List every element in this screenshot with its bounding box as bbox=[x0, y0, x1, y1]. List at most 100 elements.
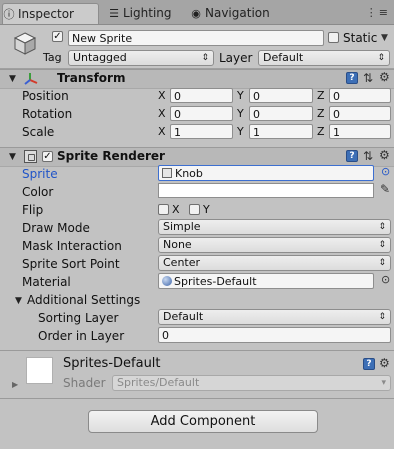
preset-icon[interactable]: ⇅ bbox=[363, 72, 373, 84]
sprite-renderer-icon bbox=[24, 150, 37, 163]
axis-x-label[interactable]: X bbox=[158, 89, 166, 102]
sprite-asset-icon bbox=[162, 168, 172, 178]
tab-navigation[interactable]: ◉ Navigation bbox=[190, 3, 300, 23]
shader-dropdown[interactable]: Sprites/Default ▾ bbox=[112, 375, 391, 391]
color-label: Color bbox=[22, 185, 54, 199]
sprite-renderer-enabled-checkbox[interactable]: ✓ bbox=[42, 151, 53, 162]
static-checkbox[interactable] bbox=[328, 32, 339, 43]
axis-z-label[interactable]: Z bbox=[317, 125, 325, 138]
tab-lighting[interactable]: ☰ Lighting bbox=[108, 3, 188, 23]
sprite-sort-point-dropdown[interactable]: Center ⇕ bbox=[158, 255, 391, 271]
material-name: Sprites-Default bbox=[63, 356, 161, 371]
axis-x-label[interactable]: X bbox=[158, 125, 166, 138]
shader-label: Shader bbox=[63, 376, 106, 390]
object-picker-icon[interactable]: ⊙ bbox=[381, 166, 390, 178]
mask-interaction-value: None bbox=[163, 238, 192, 251]
static-dropdown-icon[interactable]: ▼ bbox=[381, 32, 388, 44]
order-in-layer-field[interactable]: 0 bbox=[158, 327, 391, 343]
flip-x-checkbox[interactable] bbox=[158, 204, 169, 215]
material-object-field[interactable]: Sprites-Default bbox=[158, 273, 374, 289]
gear-icon[interactable]: ⚙ bbox=[379, 357, 390, 369]
rotation-y-field[interactable]: 0 bbox=[249, 106, 313, 121]
scale-y-field[interactable]: 1 bbox=[249, 124, 313, 139]
help-icon[interactable]: ? bbox=[346, 72, 358, 84]
preset-icon[interactable]: ⇅ bbox=[363, 150, 373, 162]
sorting-layer-label: Sorting Layer bbox=[38, 311, 119, 325]
layer-value: Default bbox=[263, 51, 304, 64]
rotation-z-field[interactable]: 0 bbox=[329, 106, 391, 121]
help-icon[interactable]: ? bbox=[346, 150, 358, 162]
rotation-label: Rotation bbox=[22, 107, 73, 121]
additional-settings-label[interactable]: Additional Settings bbox=[27, 293, 140, 307]
position-label: Position bbox=[22, 89, 69, 103]
mask-interaction-dropdown[interactable]: None ⇕ bbox=[158, 237, 391, 253]
info-icon: ⓘ bbox=[3, 8, 15, 21]
position-x-field[interactable]: 0 bbox=[170, 88, 233, 103]
axis-y-label[interactable]: Y bbox=[237, 89, 244, 102]
sorting-layer-dropdown[interactable]: Default ⇕ bbox=[158, 309, 391, 325]
material-value: Sprites-Default bbox=[174, 275, 257, 288]
object-picker-icon[interactable]: ⊙ bbox=[381, 274, 390, 286]
tag-value: Untagged bbox=[73, 51, 127, 64]
axis-z-label[interactable]: Z bbox=[317, 107, 325, 120]
object-name-input[interactable]: New Sprite bbox=[68, 30, 324, 46]
gear-icon[interactable]: ⚙ bbox=[379, 71, 390, 83]
flip-y-checkbox[interactable] bbox=[189, 204, 200, 215]
eyedropper-icon[interactable]: ✎ bbox=[380, 183, 390, 195]
transform-title: Transform bbox=[57, 71, 126, 85]
flip-y-label: Y bbox=[203, 203, 210, 216]
tab-bar: ⓘ Inspector ☰ Lighting ◉ Navigation ⋮≡ bbox=[0, 0, 394, 25]
transform-icon bbox=[23, 71, 39, 87]
position-y-field[interactable]: 0 bbox=[249, 88, 313, 103]
material-preview-thumbnail bbox=[26, 357, 53, 384]
draw-mode-label: Draw Mode bbox=[22, 221, 90, 235]
gameobject-icon bbox=[12, 30, 38, 56]
draw-mode-dropdown[interactable]: Simple ⇕ bbox=[158, 219, 391, 235]
mask-interaction-label: Mask Interaction bbox=[22, 239, 122, 253]
draw-mode-value: Simple bbox=[163, 220, 201, 233]
layer-dropdown[interactable]: Default ⇕ bbox=[258, 50, 390, 66]
flip-label: Flip bbox=[22, 203, 44, 217]
axis-x-label[interactable]: X bbox=[158, 107, 166, 120]
tag-label: Tag bbox=[43, 51, 62, 64]
rotation-x-field[interactable]: 0 bbox=[170, 106, 233, 121]
material-label: Material bbox=[22, 275, 71, 289]
sprite-sort-point-value: Center bbox=[163, 256, 201, 269]
color-swatch[interactable] bbox=[158, 183, 374, 198]
sprite-label: Sprite bbox=[22, 167, 58, 181]
material-foldout-icon[interactable]: ▶ bbox=[12, 380, 18, 389]
static-label: Static bbox=[343, 31, 378, 45]
axis-y-label[interactable]: Y bbox=[237, 125, 244, 138]
gear-icon[interactable]: ⚙ bbox=[379, 149, 390, 161]
layer-label: Layer bbox=[219, 51, 253, 65]
lighting-icon: ☰ bbox=[109, 7, 119, 20]
scale-label: Scale bbox=[22, 125, 55, 139]
scale-z-field[interactable]: 1 bbox=[329, 124, 391, 139]
axis-y-label[interactable]: Y bbox=[237, 107, 244, 120]
tab-inspector[interactable]: ⓘ Inspector bbox=[2, 3, 99, 24]
position-z-field[interactable]: 0 bbox=[329, 88, 391, 103]
sprite-sort-point-label: Sprite Sort Point bbox=[22, 257, 120, 271]
additional-settings-foldout-icon[interactable]: ▼ bbox=[15, 296, 22, 306]
transform-foldout-icon[interactable]: ▼ bbox=[9, 74, 16, 84]
tab-navigation-label: Navigation bbox=[205, 6, 270, 20]
scale-x-field[interactable]: 1 bbox=[170, 124, 233, 139]
tag-dropdown[interactable]: Untagged ⇕ bbox=[68, 50, 214, 66]
sorting-layer-value: Default bbox=[163, 310, 204, 323]
divider bbox=[0, 350, 394, 351]
shader-value: Sprites/Default bbox=[117, 376, 200, 389]
active-checkbox[interactable]: ✓ bbox=[52, 31, 63, 42]
window-menu-icon[interactable]: ⋮≡ bbox=[366, 6, 390, 19]
sprite-renderer-title: Sprite Renderer bbox=[57, 149, 165, 163]
add-component-button[interactable]: Add Component bbox=[88, 410, 318, 433]
help-icon[interactable]: ? bbox=[363, 358, 375, 370]
order-in-layer-label: Order in Layer bbox=[38, 329, 125, 343]
tab-inspector-label: Inspector bbox=[18, 7, 74, 21]
tab-lighting-label: Lighting bbox=[123, 6, 172, 20]
axis-z-label[interactable]: Z bbox=[317, 89, 325, 102]
navigation-icon: ◉ bbox=[191, 7, 201, 20]
sprite-renderer-foldout-icon[interactable]: ▼ bbox=[9, 152, 16, 162]
material-asset-icon bbox=[162, 276, 172, 286]
sprite-object-field[interactable]: Knob bbox=[158, 165, 374, 181]
flip-x-label: X bbox=[172, 203, 180, 216]
